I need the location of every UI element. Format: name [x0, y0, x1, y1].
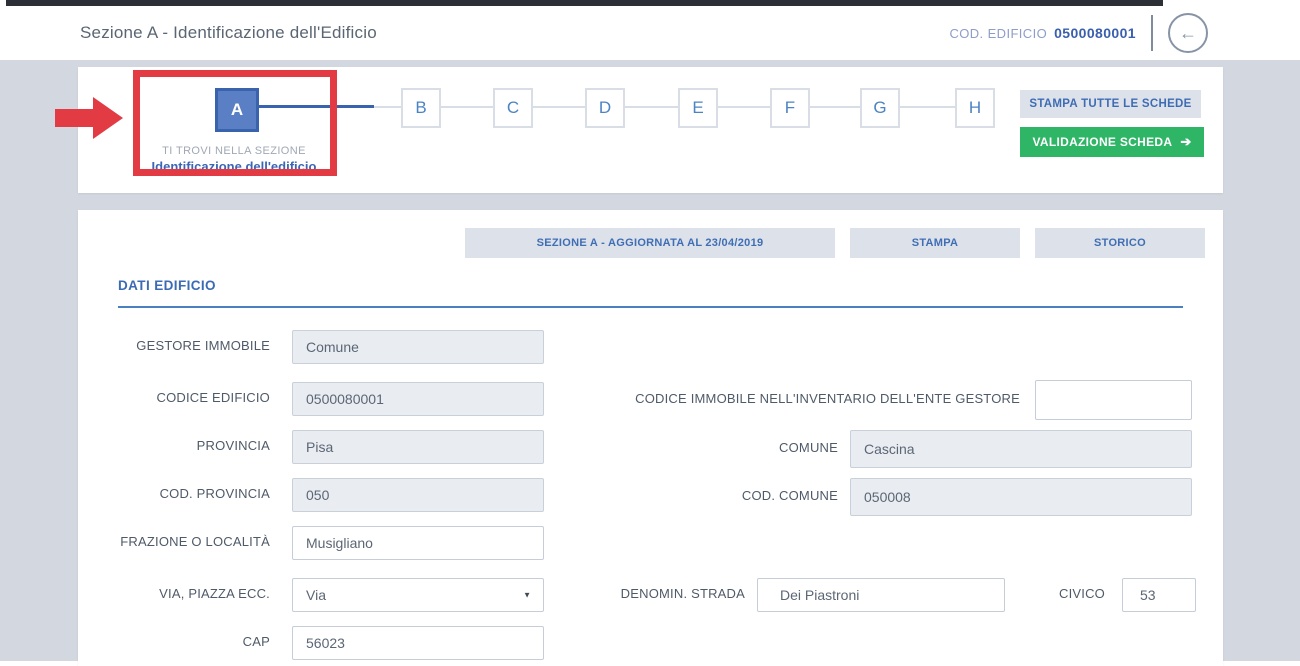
tab-print[interactable]: STAMPA [850, 228, 1020, 258]
building-code-value: 0500080001 [1054, 25, 1136, 41]
gestore-immobile-input [293, 331, 543, 363]
frazione-field [292, 526, 544, 560]
field-label-gestore: GESTORE IMMOBILE [78, 330, 270, 362]
stepper-card: A B C D E F G H TI TROVI NELLA SEZIONE I… [78, 67, 1223, 193]
field-label-cap: CAP [78, 626, 270, 658]
field-label-denominazione: DENOMIN. STRADA [578, 578, 745, 610]
step-c[interactable]: C [493, 88, 533, 128]
print-all-sheets-button[interactable]: STAMPA TUTTE LE SCHEDE [1020, 90, 1201, 118]
section-tab-date: 23/04/2019 [705, 237, 763, 249]
arrow-right-icon: ➔ [1180, 134, 1191, 150]
header-right-group: COD. EDIFICIO 0500080001 ← [949, 6, 1208, 60]
step-d[interactable]: D [585, 88, 625, 128]
field-label-frazione: FRAZIONE O LOCALITÀ [78, 526, 270, 558]
cap-input[interactable] [293, 627, 543, 659]
codice-edificio-field [292, 382, 544, 416]
cod-comune-field [850, 478, 1192, 516]
street-type-select[interactable]: Via [293, 579, 543, 611]
field-label-civico: CIVICO [1028, 578, 1105, 610]
cod-provincia-field [292, 478, 544, 512]
cod-provincia-input [293, 479, 543, 511]
section-tab-text: SEZIONE A - AGGIORNATA AL [537, 237, 703, 249]
denominazione-field [757, 578, 1005, 612]
print-tab-label: STAMPA [912, 237, 959, 249]
field-label-via-tipo: VIA, PIAZZA ECC. [78, 578, 270, 610]
denominazione-input[interactable] [758, 579, 1004, 611]
civico-input[interactable] [1123, 579, 1195, 611]
step-h[interactable]: H [955, 88, 995, 128]
street-type-field: Via ▼ [292, 578, 544, 612]
comune-input [851, 431, 1191, 467]
field-label-provincia: PROVINCIA [78, 430, 270, 462]
step-a[interactable]: A [215, 88, 259, 132]
gestore-immobile-field [292, 330, 544, 364]
back-button[interactable]: ← [1168, 13, 1208, 53]
civico-field [1122, 578, 1196, 612]
field-label-comune: COMUNE [678, 430, 838, 466]
step-f[interactable]: F [770, 88, 810, 128]
validate-label: VALIDAZIONE SCHEDA [1032, 135, 1172, 149]
header: Sezione A - Identificazione dell'Edifici… [0, 6, 1300, 60]
form-section-divider [118, 306, 1183, 308]
field-label-codice-immobile: CODICE IMMOBILE NELL'INVENTARIO DELL'ENT… [588, 380, 1020, 418]
step-g[interactable]: G [860, 88, 900, 128]
form-card: SEZIONE A - AGGIORNATA AL 23/04/2019 STA… [78, 210, 1223, 666]
tab-section-updated[interactable]: SEZIONE A - AGGIORNATA AL 23/04/2019 [465, 228, 835, 258]
provincia-input [293, 431, 543, 463]
header-divider [1151, 15, 1153, 51]
building-code-label: COD. EDIFICIO [949, 26, 1047, 41]
comune-field [850, 430, 1192, 468]
step-b[interactable]: B [401, 88, 441, 128]
tab-history[interactable]: STORICO [1035, 228, 1205, 258]
codice-immobile-field [1035, 380, 1192, 420]
codice-immobile-input[interactable] [1036, 381, 1191, 419]
field-label-cod-provincia: COD. PROVINCIA [78, 478, 270, 510]
back-arrow-icon: ← [1179, 24, 1197, 42]
form-section-title: DATI EDIFICIO [118, 278, 216, 293]
print-all-label: STAMPA TUTTE LE SCHEDE [1029, 98, 1191, 110]
stepper-current-section: Identificazione dell'edificio [114, 159, 354, 174]
step-e[interactable]: E [678, 88, 718, 128]
frazione-input[interactable] [293, 527, 543, 559]
field-label-cod-comune: COD. COMUNE [678, 478, 838, 514]
cod-comune-input [851, 479, 1191, 515]
page-title: Sezione A - Identificazione dell'Edifici… [80, 6, 377, 60]
history-tab-label: STORICO [1094, 237, 1146, 249]
stepper-connector-active [253, 105, 374, 108]
codice-edificio-input [293, 383, 543, 415]
stepper-caption: TI TROVI NELLA SEZIONE [114, 145, 354, 157]
cap-field [292, 626, 544, 660]
provincia-field [292, 430, 544, 464]
field-label-codice-edificio: CODICE EDIFICIO [78, 382, 270, 414]
validate-sheet-button[interactable]: VALIDAZIONE SCHEDA ➔ [1020, 127, 1204, 157]
